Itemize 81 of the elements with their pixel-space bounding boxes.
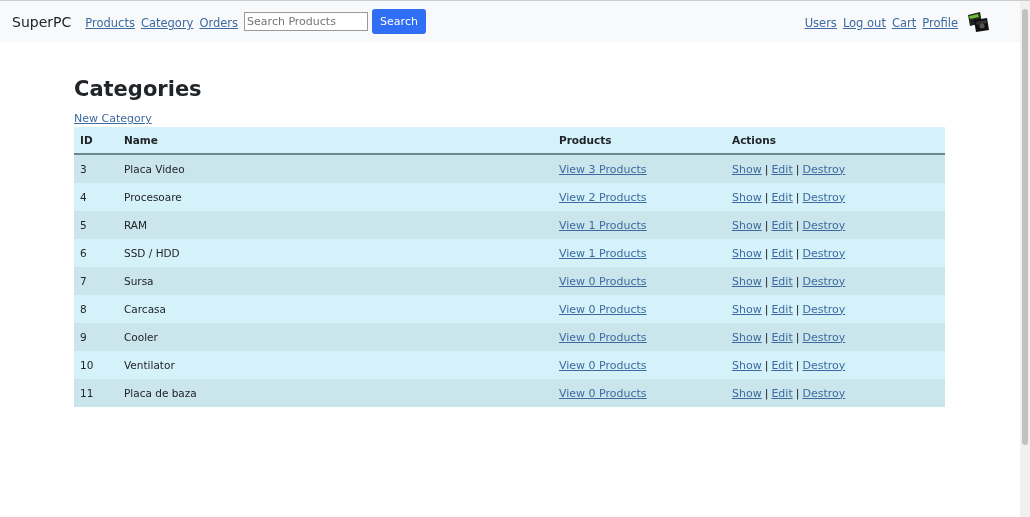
table-cell: RAM [124, 219, 148, 231]
action-link[interactable]: Show [732, 162, 762, 176]
separator: | [764, 358, 769, 372]
table-cell: Placa Video [124, 163, 185, 175]
separator: | [764, 386, 769, 400]
action-link[interactable]: Destroy [802, 358, 846, 372]
page-title: Categories [74, 77, 203, 101]
action-link[interactable]: Show [732, 302, 762, 316]
action-link[interactable]: Edit [771, 386, 793, 400]
action-link[interactable]: Edit [771, 302, 793, 316]
action-link[interactable]: Destroy [802, 330, 846, 344]
table-cell: Cooler [124, 331, 158, 343]
separator: | [795, 162, 800, 176]
separator: | [795, 218, 800, 232]
action-link[interactable]: Destroy [802, 246, 846, 260]
column-header: Actions [726, 127, 945, 154]
column-header: Name [118, 127, 553, 154]
separator: | [764, 218, 769, 232]
table-cell: Ventilator [124, 359, 175, 371]
table-cell: 4 [80, 191, 87, 203]
action-link[interactable]: Destroy [802, 386, 846, 400]
nav-link[interactable]: Users [804, 16, 837, 30]
table-cell: 5 [80, 219, 87, 231]
separator: | [764, 162, 769, 176]
scrollbar-thumb[interactable] [1022, 9, 1028, 445]
action-link[interactable]: Destroy [802, 190, 846, 204]
action-link[interactable]: Destroy [802, 218, 846, 232]
nav-link[interactable]: Profile [922, 16, 958, 30]
table-cell: Placa de baza [124, 387, 197, 399]
action-link[interactable]: Edit [771, 246, 793, 260]
action-link[interactable]: Show [732, 274, 762, 288]
table-cell: Sursa [124, 275, 154, 287]
action-link[interactable]: Edit [771, 330, 793, 344]
action-link[interactable]: Show [732, 330, 762, 344]
separator: | [764, 330, 769, 344]
separator: | [795, 190, 800, 204]
separator: | [795, 274, 800, 288]
nav-link[interactable]: Log out [842, 16, 886, 30]
column-header: Products [553, 127, 726, 154]
scrollbar[interactable] [1020, 1, 1030, 517]
search-field[interactable]: Search Products [244, 12, 369, 31]
table-cell: 9 [80, 331, 87, 343]
nav-link[interactable]: Products [85, 16, 135, 30]
table-cell: 10 [80, 359, 94, 371]
action-link[interactable]: Edit [771, 274, 793, 288]
action-link[interactable]: Edit [771, 218, 793, 232]
table-cell: Procesoare [124, 191, 182, 203]
action-link[interactable]: Edit [771, 162, 793, 176]
action-link[interactable]: Edit [771, 358, 793, 372]
search-button[interactable]: Search [372, 9, 426, 34]
table-cell: SSD / HDD [124, 247, 180, 259]
table-cell: Carcasa [124, 303, 166, 315]
table-cell: 6 [80, 247, 87, 259]
separator: | [795, 358, 800, 372]
separator: | [764, 246, 769, 260]
nav-link[interactable]: Cart [891, 16, 917, 30]
separator: | [764, 274, 769, 288]
table-cell: 3 [80, 163, 87, 175]
action-link[interactable]: Destroy [802, 302, 846, 316]
table-cell: 7 [80, 275, 87, 287]
separator: | [795, 330, 800, 344]
brand-link[interactable]: SuperPC [12, 13, 72, 30]
action-link[interactable]: Show [732, 246, 762, 260]
separator: | [795, 386, 800, 400]
nav-link[interactable]: Category [140, 16, 194, 30]
table-cell: 8 [80, 303, 87, 315]
nav-link[interactable]: Orders [199, 16, 239, 30]
action-link[interactable]: Show [732, 218, 762, 232]
action-link[interactable]: Show [732, 386, 762, 400]
separator: | [764, 302, 769, 316]
action-link[interactable]: Destroy [802, 162, 846, 176]
separator: | [764, 190, 769, 204]
action-link[interactable]: Show [732, 190, 762, 204]
table-cell: 11 [80, 387, 94, 399]
separator: | [795, 246, 800, 260]
action-link[interactable]: Destroy [802, 274, 846, 288]
separator: | [795, 302, 800, 316]
new-category-link[interactable]: New Category [74, 112, 152, 125]
action-link[interactable]: Show [732, 358, 762, 372]
column-header: ID [74, 127, 118, 154]
action-link[interactable]: Edit [771, 190, 793, 204]
